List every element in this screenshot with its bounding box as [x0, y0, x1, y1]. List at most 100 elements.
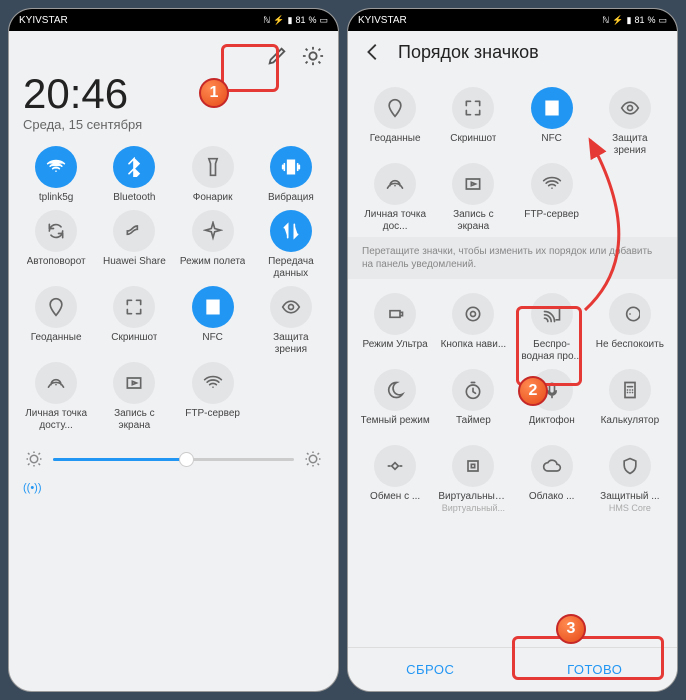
tile-location[interactable]: Геоданные	[358, 87, 432, 157]
timer-icon[interactable]	[452, 369, 494, 411]
tile-label: Вибрация	[268, 192, 314, 204]
page-title: Порядок значков	[398, 42, 539, 63]
tile-nfc[interactable]: NFC	[515, 87, 589, 157]
bluetooth-icon[interactable]	[113, 146, 155, 188]
tile-timer[interactable]: Таймер	[436, 369, 510, 439]
tile-share[interactable]: Huawei Share	[97, 210, 171, 280]
tile-label: Bluetooth	[113, 192, 155, 204]
airplane-icon[interactable]	[192, 210, 234, 252]
tile-airplane[interactable]: Режим полета	[176, 210, 250, 280]
rotate-icon[interactable]	[35, 210, 77, 252]
reorder-active-tiles: Геоданные Скриншот NFC Защита зрения Лич…	[348, 73, 677, 237]
nearby-icon[interactable]	[374, 445, 416, 487]
tile-nearby[interactable]: Обмен с ...	[358, 445, 432, 514]
calc-icon[interactable]	[609, 369, 651, 411]
tile-label: Кнопка нави...	[441, 339, 507, 363]
vibrate-icon[interactable]	[270, 146, 312, 188]
screenrec-icon[interactable]	[113, 362, 155, 404]
done-button[interactable]: ГОТОВО	[513, 648, 678, 691]
ftp-icon[interactable]	[192, 362, 234, 404]
reorder-hint: Перетащите значки, чтобы изменить их пор…	[348, 237, 677, 279]
tile-label: tplink5g	[39, 192, 73, 204]
share-icon[interactable]	[113, 210, 155, 252]
phone-right: KYIVSTAR ℕ⚡▮81%▭ Порядок значков Геоданн…	[347, 8, 678, 692]
tile-virtual[interactable]: Виртуальный ... Виртуальный...	[436, 445, 510, 514]
screenshot-icon[interactable]	[452, 87, 494, 129]
tile-screenshot[interactable]: Скриншот	[436, 87, 510, 157]
tile-cast[interactable]: Беспро- водная про...	[515, 293, 589, 363]
footer: СБРОС ГОТОВО	[348, 647, 677, 691]
tile-vibrate[interactable]: Вибрация	[254, 146, 328, 204]
tile-label: Передача данных	[256, 256, 326, 280]
cast-icon[interactable]	[531, 293, 573, 335]
virtual-icon[interactable]	[452, 445, 494, 487]
tile-hotspot[interactable]: Личная точка досту...	[19, 362, 93, 432]
audio-indicator: ((•))	[9, 476, 338, 500]
tile-calc[interactable]: Калькулятор	[593, 369, 667, 439]
tile-rotate[interactable]: Автоповорот	[19, 210, 93, 280]
eyecare-icon[interactable]	[270, 286, 312, 328]
tile-label: Таймер	[456, 415, 491, 427]
tile-ultra[interactable]: Режим Ультра	[358, 293, 432, 363]
tile-dnd[interactable]: Не беспокоить	[593, 293, 667, 363]
tile-hotspot[interactable]: Личная точка дос...	[358, 163, 432, 233]
brightness-slider[interactable]	[9, 442, 338, 476]
shield-icon[interactable]	[609, 445, 651, 487]
tile-navbtn[interactable]: Кнопка нави...	[436, 293, 510, 363]
tile-data[interactable]: Передача данных	[254, 210, 328, 280]
tile-dark[interactable]: Темный режим	[358, 369, 432, 439]
tile-location[interactable]: Геоданные	[19, 286, 93, 356]
tile-label: Режим полета	[180, 256, 245, 280]
nfc-icon[interactable]	[192, 286, 234, 328]
screenrec-icon[interactable]	[452, 163, 494, 205]
wifi-icon[interactable]	[35, 146, 77, 188]
tile-cloud[interactable]: Облако ...	[515, 445, 589, 514]
tile-screenshot[interactable]: Скриншот	[97, 286, 171, 356]
ftp-icon[interactable]	[531, 163, 573, 205]
location-icon[interactable]	[35, 286, 77, 328]
tile-wifi[interactable]: tplink5g	[19, 146, 93, 204]
status-bar: KYIVSTAR ℕ ⚡ ▮ 81% ▭	[9, 9, 338, 31]
tile-shield[interactable]: Защитный ... HMS Core	[593, 445, 667, 514]
carrier: KYIVSTAR	[19, 15, 68, 26]
tile-label: NFC	[541, 133, 562, 145]
dark-icon[interactable]	[374, 369, 416, 411]
qs-tiles: tplink5g Bluetooth Фонарик Вибрация Авто…	[9, 132, 338, 436]
tile-label: Скриншот	[111, 332, 157, 344]
back-icon[interactable]	[362, 41, 384, 63]
tile-eyecare[interactable]: Защита зрения	[593, 87, 667, 157]
tile-screenrec[interactable]: Запись с экрана	[97, 362, 171, 432]
sun-dim-icon	[25, 450, 43, 468]
location-icon[interactable]	[374, 87, 416, 129]
tile-label: Геоданные	[370, 133, 421, 145]
screenshot-icon[interactable]	[113, 286, 155, 328]
ultra-icon[interactable]	[374, 293, 416, 335]
data-icon[interactable]	[270, 210, 312, 252]
tile-ftp[interactable]: FTP-сервер	[176, 362, 250, 432]
tile-flashlight[interactable]: Фонарик	[176, 146, 250, 204]
tile-label: Скриншот	[450, 133, 496, 145]
tile-eyecare[interactable]: Защита зрения	[254, 286, 328, 356]
flashlight-icon[interactable]	[192, 146, 234, 188]
dnd-icon[interactable]	[609, 293, 651, 335]
nfc-icon[interactable]	[531, 87, 573, 129]
tile-label: Беспро- водная про...	[517, 339, 587, 363]
edit-icon[interactable]	[266, 45, 288, 67]
cloud-icon[interactable]	[531, 445, 573, 487]
reset-button[interactable]: СБРОС	[348, 648, 513, 691]
tile-screenrec[interactable]: Запись с экрана	[436, 163, 510, 233]
sun-bright-icon	[304, 450, 322, 468]
gear-icon[interactable]	[302, 45, 324, 67]
hotspot-icon[interactable]	[35, 362, 77, 404]
marker-2: 2	[518, 376, 548, 406]
tile-bluetooth[interactable]: Bluetooth	[97, 146, 171, 204]
tile-label: Темный режим	[361, 415, 430, 439]
tile-ftp[interactable]: FTP-сервер	[515, 163, 589, 233]
navbtn-icon[interactable]	[452, 293, 494, 335]
eyecare-icon[interactable]	[609, 87, 651, 129]
tile-label: Не беспокоить	[596, 339, 664, 363]
tile-label: Личная точка дос...	[360, 209, 430, 233]
tile-nfc[interactable]: NFC	[176, 286, 250, 356]
hotspot-icon[interactable]	[374, 163, 416, 205]
tile-label: Виртуальный ...	[438, 491, 508, 503]
